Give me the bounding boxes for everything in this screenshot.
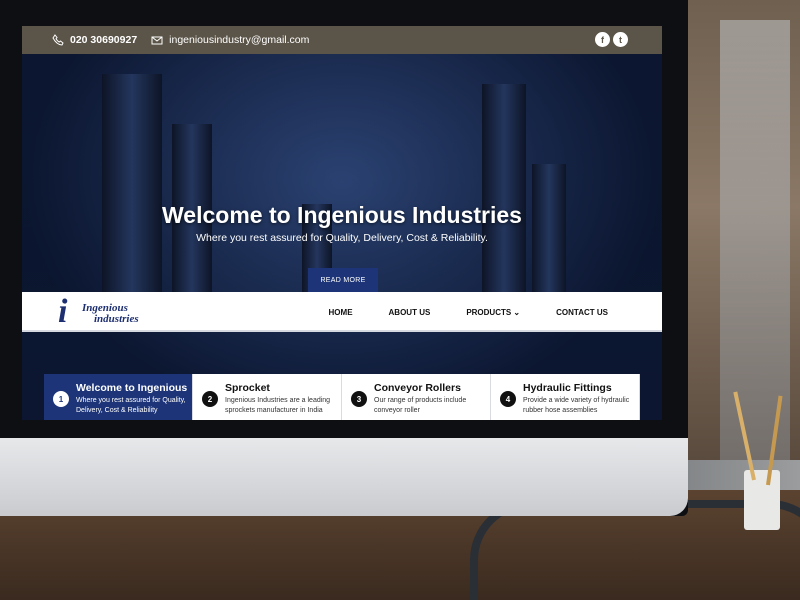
- card-description: Where you rest assured for Quality, Deli…: [76, 397, 186, 414]
- card-number: 2: [202, 391, 218, 407]
- card-title: Welcome to Ingenious: [76, 382, 188, 394]
- facebook-icon[interactable]: f: [595, 32, 610, 47]
- refinery-tower: [102, 74, 162, 324]
- card-description: Our range of products include conveyor r…: [374, 397, 467, 414]
- background-shelf: [720, 20, 790, 460]
- mail-icon: [151, 36, 163, 45]
- social-links: f t: [595, 32, 628, 47]
- card-number: 4: [500, 391, 516, 407]
- card-description: Provide a wide variety of hydraulic rubb…: [523, 397, 630, 414]
- card-title: Sprocket: [225, 382, 270, 394]
- card-title: Conveyor Rollers: [374, 382, 461, 394]
- twitter-icon[interactable]: t: [613, 32, 628, 47]
- monitor-chin: [0, 438, 688, 516]
- hero-title: Welcome to Ingenious Industries: [162, 202, 522, 228]
- logo-text-line2: industries: [94, 313, 139, 325]
- feature-card-hydraulic-fittings[interactable]: 4 Hydraulic Fittings Provide a wide vari…: [491, 374, 640, 420]
- monitor: Welcome to Ingenious Industries Where yo…: [0, 0, 688, 516]
- nav-item-home[interactable]: HOME: [329, 308, 353, 317]
- nav-menu: HOME ABOUT US PRODUCTS ⌄ CONTACT US: [293, 292, 608, 332]
- main-navbar: i Ingenious industries HOME ABOUT US PRO…: [22, 292, 662, 332]
- logo-mark: i: [58, 293, 68, 330]
- nav-item-about-us[interactable]: ABOUT US: [389, 308, 431, 317]
- feature-card-sprocket[interactable]: 2 Sprocket Ingenious Industries are a le…: [193, 374, 342, 420]
- website-screen: Welcome to Ingenious Industries Where yo…: [22, 26, 662, 420]
- phone-icon: [52, 34, 64, 46]
- card-title: Hydraulic Fittings: [523, 382, 612, 394]
- card-number: 3: [351, 391, 367, 407]
- nav-item-products[interactable]: PRODUCTS ⌄: [466, 308, 520, 317]
- read-more-button[interactable]: READ MORE: [308, 268, 378, 292]
- top-bar: 020 30690927 ingeniousindustry@gmail.com…: [22, 26, 662, 54]
- site-logo[interactable]: i Ingenious industries: [58, 295, 148, 329]
- feature-cards: 1 Welcome to Ingenious Where you rest as…: [44, 374, 640, 420]
- pencil-cup: [744, 470, 780, 530]
- nav-item-contact-us[interactable]: CONTACT US: [556, 308, 608, 317]
- phone-number[interactable]: 020 30690927: [70, 34, 137, 46]
- feature-card-welcome[interactable]: 1 Welcome to Ingenious Where you rest as…: [44, 374, 193, 420]
- email-address[interactable]: ingeniousindustry@gmail.com: [169, 34, 309, 46]
- hero-banner: Welcome to Ingenious Industries Where yo…: [22, 54, 662, 420]
- feature-card-conveyor-rollers[interactable]: 3 Conveyor Rollers Our range of products…: [342, 374, 491, 420]
- hero-subtitle: Where you rest assured for Quality, Deli…: [196, 232, 488, 244]
- card-number: 1: [53, 391, 69, 407]
- card-description: Ingenious Industries are a leading sproc…: [225, 397, 331, 414]
